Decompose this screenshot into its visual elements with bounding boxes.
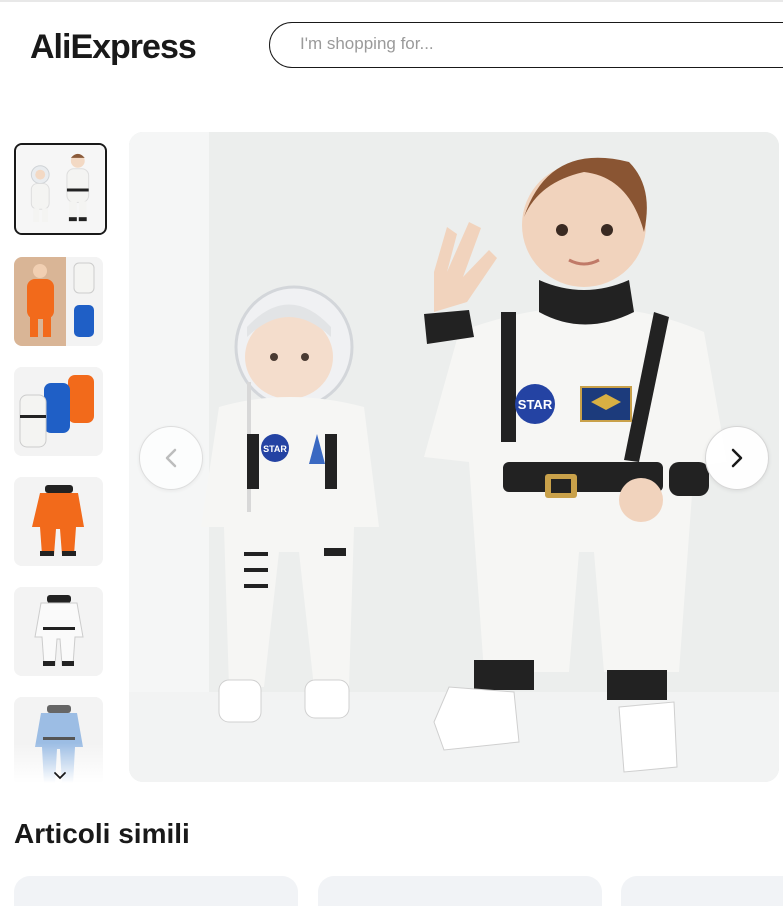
thumbnail-list[interactable] [14,143,107,783]
chevron-down-icon[interactable] [52,768,68,782]
thumbnail-image [14,477,103,566]
similar-item-card[interactable] [318,876,602,906]
thumbnail-2[interactable] [14,257,103,346]
thumbnail-1[interactable] [14,143,107,235]
product-photo: STAR STAR [129,132,779,782]
thumbnail-5[interactable] [14,587,103,676]
header: AliExpress [0,2,783,88]
thumbnail-4[interactable] [14,477,103,566]
next-image-button[interactable] [705,426,769,490]
aliexpress-logo[interactable]: AliExpress [30,26,197,68]
chevron-left-icon [165,448,177,468]
search-bar[interactable] [269,22,783,68]
search-input[interactable] [270,23,750,65]
chevron-right-icon [731,448,743,468]
logo-text: AliExpress [30,27,197,66]
previous-image-button[interactable] [139,426,203,490]
similar-item-card[interactable] [621,876,783,906]
main-product-image[interactable]: STAR STAR [129,132,779,782]
star-patch-text-large: STAR [518,397,553,412]
thumbnail-image [14,587,103,676]
thumbnail-image [16,145,105,233]
similar-items-title: Articoli simili [14,818,190,849]
thumbnail-image [14,257,103,346]
star-patch-text: STAR [263,444,287,454]
similar-item-card[interactable] [14,876,298,906]
thumbnail-image [14,367,103,456]
thumbnail-3[interactable] [14,367,103,456]
